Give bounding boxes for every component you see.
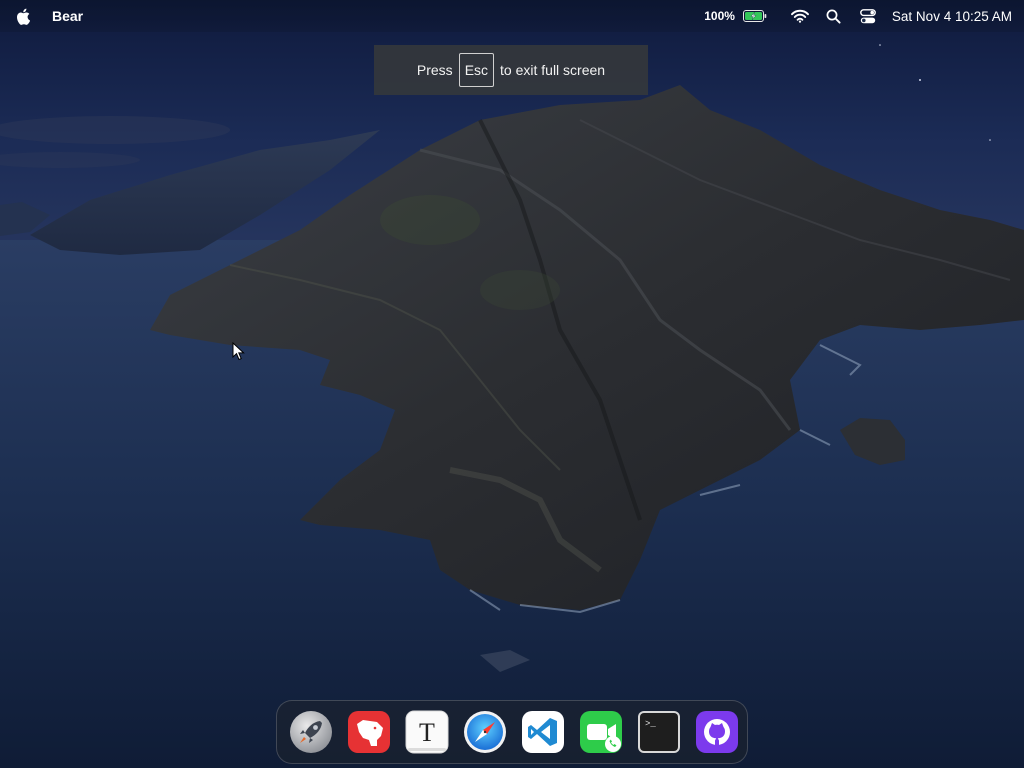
search-icon[interactable] <box>826 8 842 24</box>
facetime-icon <box>580 711 622 753</box>
desktop-wallpaper <box>0 0 1024 768</box>
exit-fullscreen-toast: Press Esc to exit full screen <box>374 45 648 95</box>
menu-bar-left: Bear <box>0 7 83 25</box>
rocket-icon <box>290 711 332 753</box>
esc-key-hint: Esc <box>458 53 495 87</box>
svg-text:T: T <box>419 718 435 747</box>
vscode-icon <box>522 711 564 753</box>
battery-percentage[interactable]: 100% <box>704 9 735 23</box>
dock-item-launchpad[interactable] <box>289 710 333 754</box>
dock-item-typora[interactable]: T <box>405 710 449 754</box>
github-icon <box>696 711 738 753</box>
apple-logo-icon[interactable] <box>16 7 32 25</box>
active-app-menu[interactable]: Bear <box>52 8 83 24</box>
dock-item-facetime[interactable] <box>579 710 623 754</box>
terminal-icon: >_ <box>638 711 680 753</box>
dock-item-github-desktop[interactable] <box>695 710 739 754</box>
menu-bar-clock[interactable]: Sat Nov 4 10:25 AM <box>892 9 1012 24</box>
battery-charging-icon[interactable] <box>742 10 767 22</box>
menu-bar-right: 100% Sat Nov 4 10:25 AM <box>704 0 1024 32</box>
mouse-pointer-icon <box>232 341 246 362</box>
control-center-icon[interactable] <box>860 8 876 24</box>
safari-compass-icon <box>464 711 506 753</box>
toast-suffix: to exit full screen <box>500 62 606 78</box>
svg-text:>_: >_ <box>645 719 656 729</box>
dock-item-vscode[interactable] <box>521 710 565 754</box>
typora-icon: T <box>405 710 449 754</box>
dock-item-bear[interactable] <box>347 710 391 754</box>
dock-item-terminal[interactable]: >_ <box>637 710 681 754</box>
bear-icon <box>348 711 390 753</box>
dock: T >_ <box>276 700 748 764</box>
toast-prefix: Press <box>416 62 453 78</box>
dock-item-safari[interactable] <box>463 710 507 754</box>
wifi-icon[interactable] <box>790 9 809 23</box>
menu-bar: Bear 100% Sat Nov 4 10:25 AM <box>0 0 1024 32</box>
